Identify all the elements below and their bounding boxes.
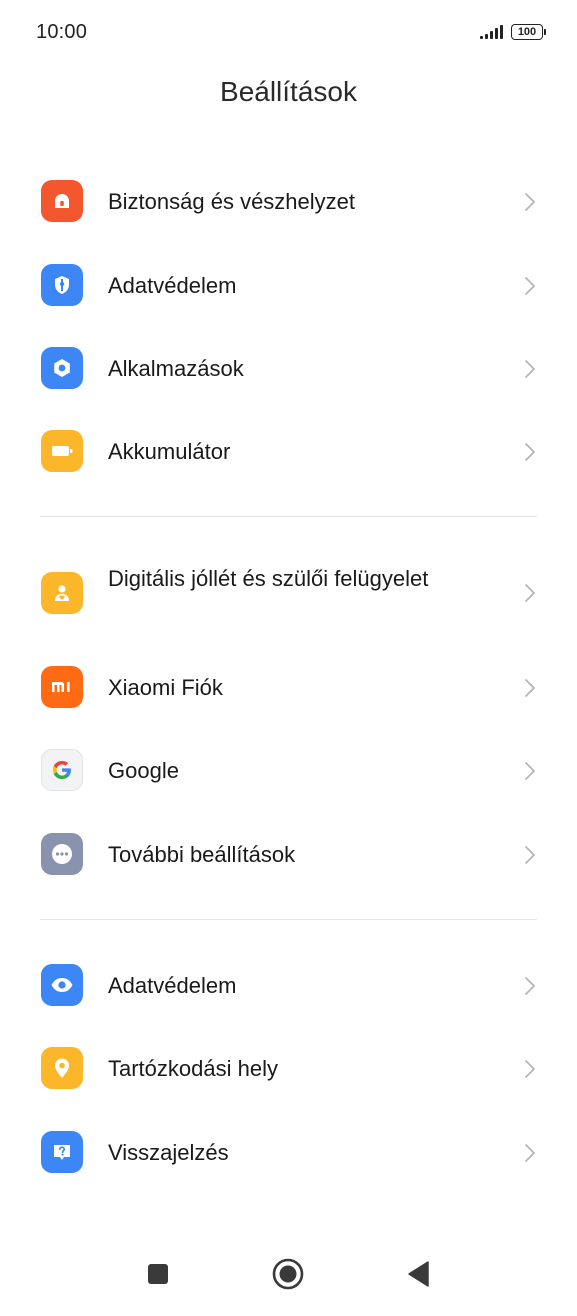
chevron-right-icon [523, 190, 537, 214]
settings-screen: 10:00 100 Beállítások Biztonság és vészh… [0, 0, 577, 1316]
home-circle-icon[interactable] [272, 1258, 304, 1290]
settings-item-battery[interactable]: Akkumulátor [0, 428, 577, 476]
chevron-right-icon [523, 1057, 537, 1081]
status-indicators: 100 [480, 24, 546, 40]
google-g-icon [41, 749, 83, 791]
status-time: 10:00 [36, 20, 88, 43]
settings-item-label: Adatvédelem [108, 973, 237, 998]
chevron-right-icon [523, 974, 537, 998]
recents-square-icon[interactable] [142, 1258, 174, 1290]
chevron-right-icon [523, 759, 537, 783]
settings-item-xiaomi-account[interactable]: Xiaomi Fiók [0, 664, 577, 712]
battery-icon [41, 430, 83, 472]
chevron-right-icon [523, 676, 537, 700]
wellbeing-icon [41, 572, 83, 614]
battery-level: 100 [517, 26, 537, 38]
settings-item-more-settings[interactable]: További beállítások [0, 831, 577, 879]
settings-item-location[interactable]: Tartózkodási hely [0, 1045, 577, 1093]
more-dots-icon [41, 833, 83, 875]
settings-item-privacy[interactable]: Adatvédelem [0, 262, 577, 310]
section-divider [40, 919, 537, 920]
chevron-right-icon [523, 1141, 537, 1165]
settings-item-privacy-2[interactable]: Adatvédelem [0, 962, 577, 1010]
settings-item-google[interactable]: Google [0, 747, 577, 795]
emergency-icon [41, 180, 83, 222]
settings-item-label: Alkalmazások [108, 356, 244, 381]
apps-hexagon-icon [41, 347, 83, 389]
chevron-right-icon [523, 581, 537, 605]
settings-item-label: Akkumulátor [108, 439, 231, 464]
settings-item-label: Google [108, 758, 179, 783]
settings-item-feedback[interactable]: Visszajelzés [0, 1129, 577, 1177]
privacy-shield-icon [41, 264, 83, 306]
settings-item-apps[interactable]: Alkalmazások [0, 345, 577, 393]
settings-item-label: Biztonság és vészhelyzet [108, 189, 356, 214]
chevron-right-icon [523, 440, 537, 464]
eye-icon [41, 964, 83, 1006]
back-triangle-icon[interactable] [403, 1258, 435, 1290]
settings-item-security-emergency[interactable]: Biztonság és vészhelyzet [0, 178, 577, 226]
settings-item-label: Digitális jóllét és szülői felügyelet [108, 566, 429, 591]
settings-item-label: További beállítások [108, 842, 296, 867]
settings-item-label: Xiaomi Fiók [108, 675, 223, 700]
section-divider [40, 516, 537, 517]
location-pin-icon [41, 1047, 83, 1089]
settings-item-label: Visszajelzés [108, 1140, 229, 1165]
battery-icon: 100 [511, 24, 546, 40]
page-title: Beállítások [220, 76, 357, 107]
navigation-bar [0, 1244, 577, 1304]
chevron-right-icon [523, 357, 537, 381]
chevron-right-icon [523, 843, 537, 867]
settings-item-digital-wellbeing[interactable]: Digitális jóllét és szülői felügyelet [0, 560, 577, 626]
xiaomi-mi-icon [41, 666, 83, 708]
settings-item-label: Adatvédelem [108, 273, 237, 298]
settings-item-label: Tartózkodási hely [108, 1056, 278, 1081]
signal-icon [480, 25, 503, 39]
status-bar: 10:00 100 [0, 0, 577, 64]
feedback-question-icon [41, 1131, 83, 1173]
chevron-right-icon [523, 274, 537, 298]
